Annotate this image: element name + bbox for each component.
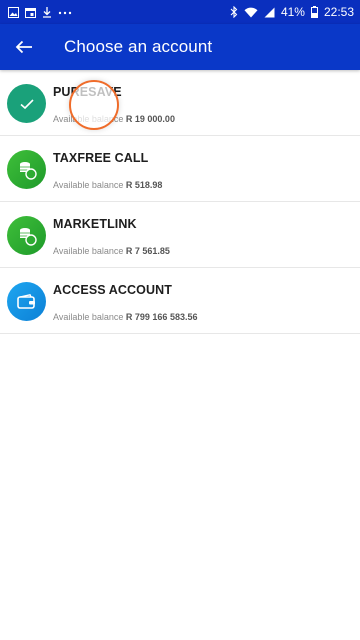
back-arrow-icon [15, 40, 32, 54]
account-avatar [7, 216, 46, 255]
account-balance: Available balance R 518.98 [53, 180, 163, 190]
check-icon [19, 98, 34, 109]
signal-icon [264, 7, 275, 17]
balance-amount: R 518.98 [125, 180, 163, 190]
wifi-icon [244, 7, 258, 17]
page-title: Choose an account [64, 37, 213, 56]
clock: 22:53 [323, 5, 354, 19]
status-bar: 41% 22:53 [0, 0, 360, 24]
account-name: ACCESS ACCOUNT [53, 283, 172, 297]
account-name: TAXFREE CALL [53, 151, 149, 165]
account-item-taxfree-call[interactable]: TAXFREE CALL Available balance R 518.98 [0, 136, 360, 202]
account-list: PURESAVE Available balance R 19 000.00 T… [0, 70, 360, 334]
account-balance: Available balance R 19 000.00 [53, 114, 175, 124]
download-icon [43, 6, 51, 18]
wallet-icon [16, 293, 35, 309]
account-item-access-account[interactable]: ACCESS ACCOUNT Available balance R 799 1… [0, 268, 360, 334]
account-balance: Available balance R 7 561.85 [53, 246, 170, 256]
account-balance: Available balance R 799 166 583.56 [53, 312, 198, 322]
coins-icon [19, 161, 37, 180]
back-button[interactable] [2, 24, 46, 70]
account-name: MARKETLINK [53, 217, 137, 231]
account-avatar [7, 282, 46, 321]
coins-icon [19, 227, 37, 246]
battery-icon [310, 6, 318, 18]
bluetooth-icon [230, 6, 238, 18]
app-bar: Choose an account [0, 24, 360, 70]
balance-amount: R 7 561.85 [125, 246, 170, 256]
gallery-icon [8, 6, 19, 18]
balance-amount: R 799 166 583.56 [125, 312, 198, 322]
account-avatar [7, 84, 46, 123]
account-avatar [7, 150, 46, 189]
balance-amount: R 19 000.00 [125, 114, 175, 124]
calendar-icon [25, 7, 36, 18]
account-item-puresave[interactable]: PURESAVE Available balance R 19 000.00 [0, 70, 360, 136]
account-name: PURESAVE [53, 85, 122, 99]
battery-percent: 41% [280, 5, 305, 19]
account-item-marketlink[interactable]: MARKETLINK Available balance R 7 561.85 [0, 202, 360, 268]
more-icon [58, 11, 72, 14]
